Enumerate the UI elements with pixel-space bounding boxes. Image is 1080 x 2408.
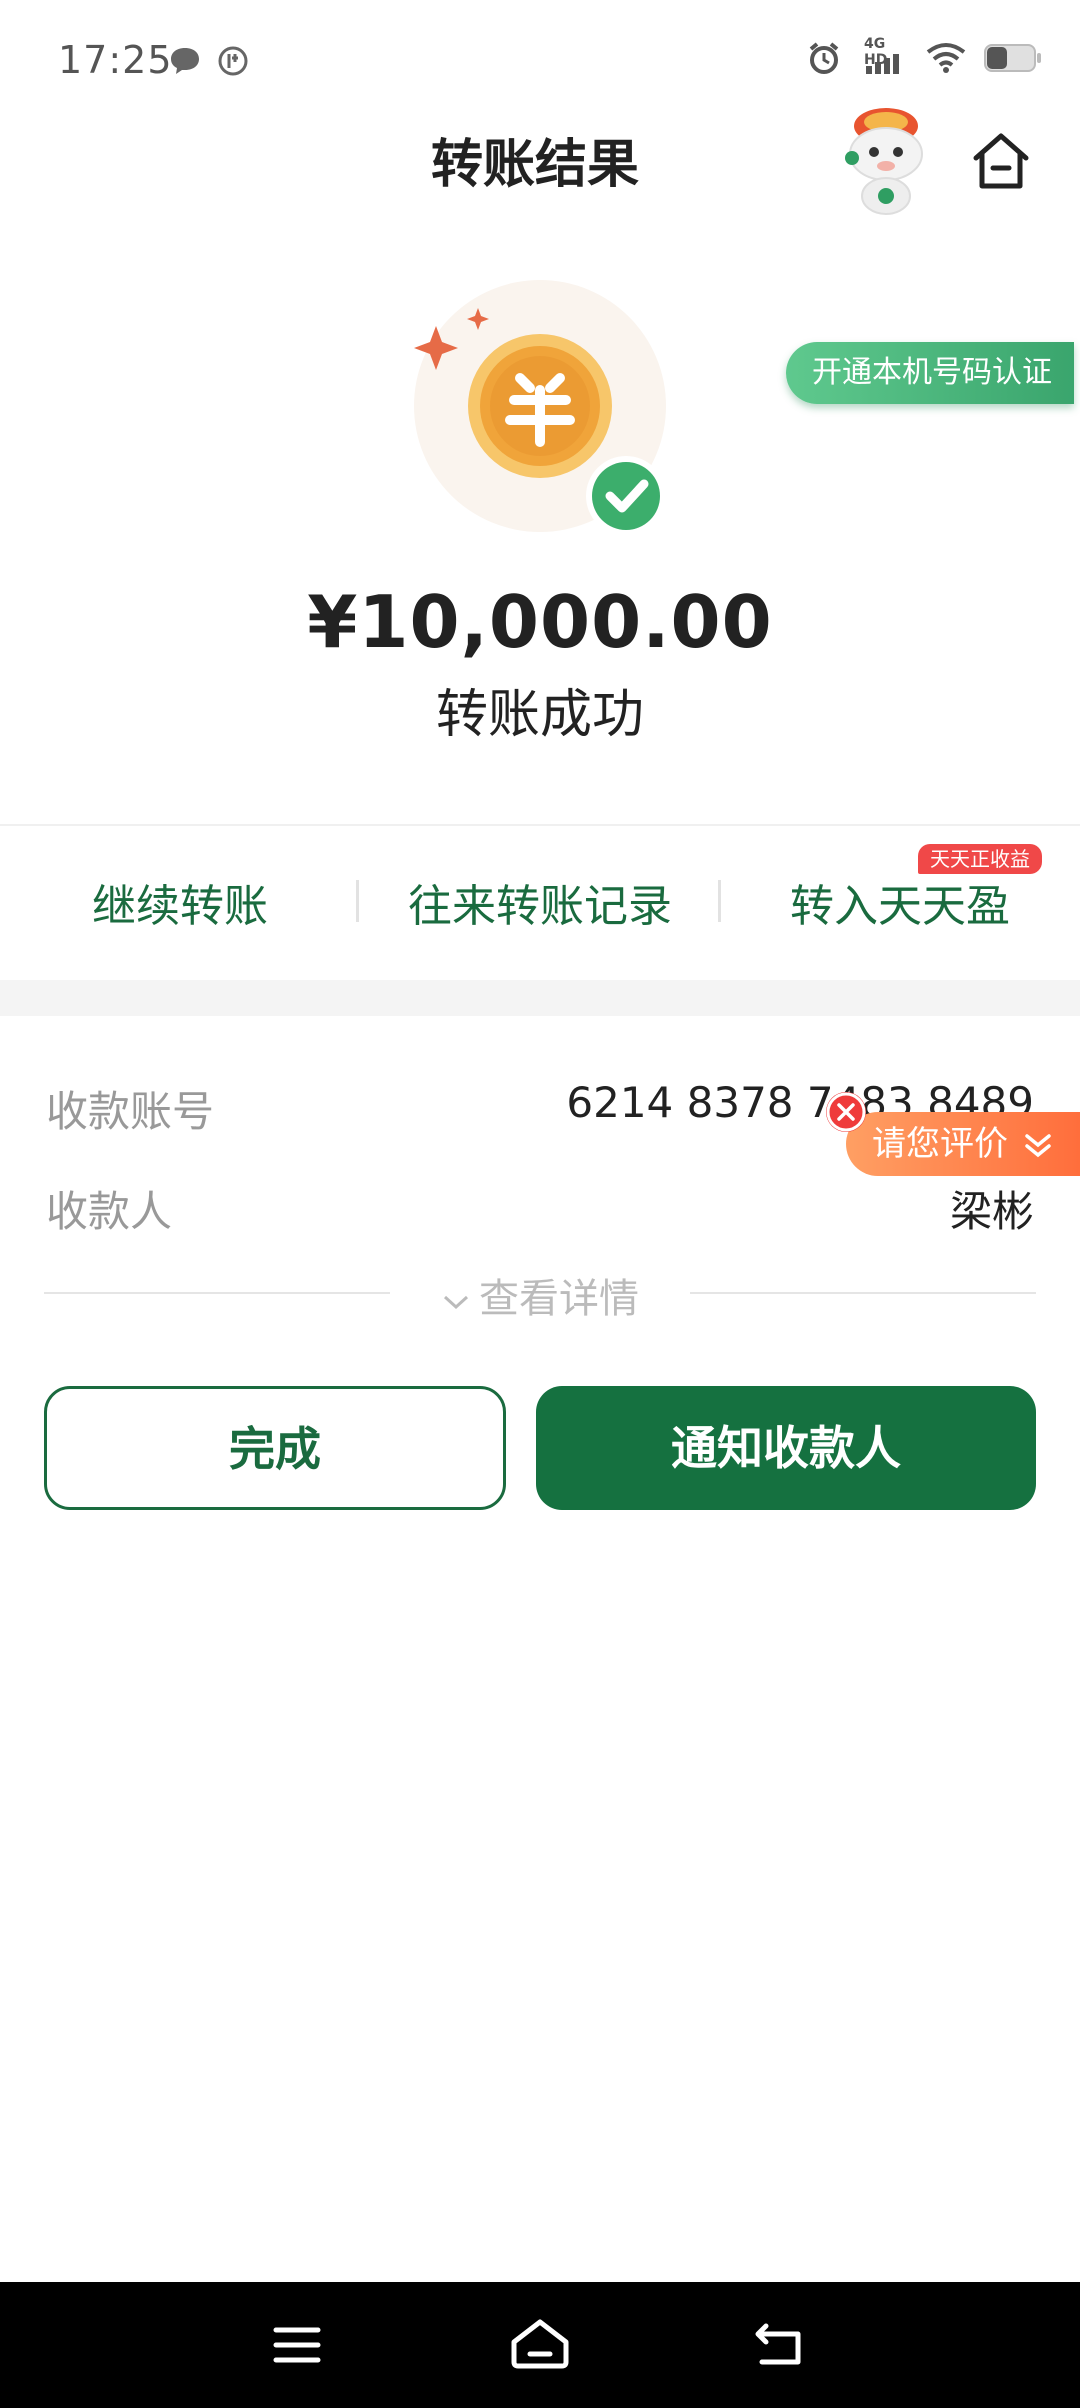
wifi-icon [926,43,966,73]
divider [356,880,359,922]
quick-actions: 继续转账 往来转账记录 转入天天盈 天天正收益 [0,830,1080,980]
verify-number-badge[interactable]: 开通本机号码认证 [786,342,1074,404]
payee-label: 收款人 [46,1187,173,1236]
mascot-assistant-icon[interactable] [836,96,936,216]
transfer-history-link[interactable]: 往来转账记录 [390,870,690,934]
payee-name: 梁彬 [949,1187,1034,1236]
notify-payee-button[interactable]: 通知收款人 [536,1386,1036,1510]
success-coin-icon [414,280,666,536]
home-nav-icon[interactable] [508,2316,572,2372]
menu-icon[interactable] [272,2322,322,2368]
done-button[interactable]: 完成 [44,1386,506,1510]
transfer-amount: ¥10,000.00 [307,580,773,664]
back-icon[interactable] [752,2318,808,2370]
deposit-tiantianying-link[interactable]: 转入天天盈 [770,870,1030,934]
transfer-result-screen: 17:25 4G HD 转账结果 开通本机号码认证 ¥10,000.00 转账成… [0,0,1080,2408]
system-nav-bar [0,2282,1080,2408]
view-details-toggle[interactable]: 查看详情 [44,1260,1036,1322]
account-label: 收款账号 [46,1087,215,1136]
rate-us-label: 请您评价 [872,1124,1008,1164]
continue-transfer-link[interactable]: 继续转账 [60,870,300,934]
chat-bubble-icon [171,48,199,74]
battery-icon [984,44,1041,72]
divider [0,824,1080,826]
rate-us-button[interactable]: 请您评价 [846,1112,1080,1176]
alarm-icon [809,42,839,74]
chevron-down-icon [443,1295,469,1310]
status-time: 17:25 [58,38,173,82]
divider [718,880,721,922]
view-details-label: 查看详情 [479,1276,639,1322]
signal-icon: 4G HD [860,36,908,76]
section-separator [0,980,1080,1016]
double-chevron-down-icon [1025,1133,1051,1157]
home-icon[interactable] [968,128,1034,194]
transfer-status: 转账成功 [435,685,644,745]
close-icon[interactable] [826,1092,866,1132]
app-notification-icon [218,46,248,76]
promo-tag: 天天正收益 [918,844,1042,874]
